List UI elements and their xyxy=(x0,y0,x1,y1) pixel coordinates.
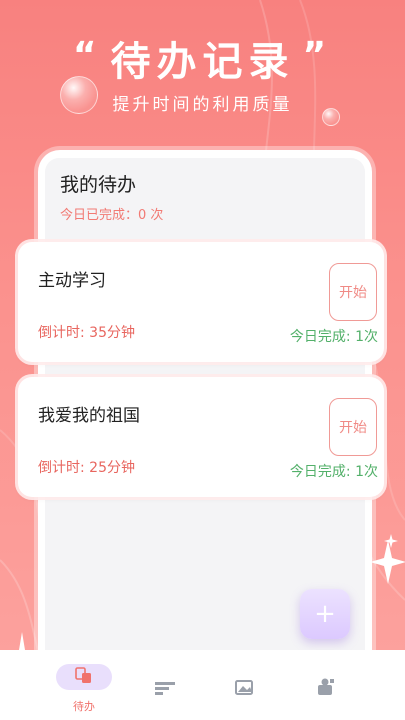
profile-icon xyxy=(318,678,334,695)
page-subtitle: 提升时间的利用质量 xyxy=(112,95,293,115)
tab-label: 待办 xyxy=(73,700,95,713)
quote-left: “ xyxy=(72,35,103,76)
add-task-button[interactable]: + xyxy=(300,589,350,639)
tab-profile[interactable] xyxy=(278,650,378,720)
task-today-done: 今日完成: 1次 xyxy=(289,329,378,345)
task-countdown: 倒计时: 35分钟 xyxy=(38,325,135,341)
page-title: “待办记录” xyxy=(0,30,405,88)
task-name: 主动学习 xyxy=(38,271,106,291)
task-name: 我爱我的祖国 xyxy=(38,406,140,426)
todo-icon xyxy=(75,667,91,683)
start-button[interactable]: 开始 xyxy=(329,398,377,456)
panel-title: 我的待办 xyxy=(60,174,137,196)
task-card[interactable]: 主动学习 倒计时: 35分钟 开始 今日完成: 1次 xyxy=(18,242,384,362)
list-icon xyxy=(155,682,175,695)
today-completed-count: 今日已完成：0 次 xyxy=(60,208,164,223)
task-today-done: 今日完成: 1次 xyxy=(289,464,378,480)
page-header: “待办记录” 提升时间的利用质量 xyxy=(0,30,405,115)
quote-right: ” xyxy=(302,35,333,76)
task-card[interactable]: 我爱我的祖国 倒计时: 25分钟 开始 今日完成: 1次 xyxy=(18,377,384,497)
task-countdown: 倒计时: 25分钟 xyxy=(38,460,135,476)
bottom-tab-bar: 待办 xyxy=(0,650,405,720)
page-title-text: 待办记录 xyxy=(110,39,295,85)
sparkle-icon xyxy=(384,534,398,548)
start-button[interactable]: 开始 xyxy=(329,263,377,321)
